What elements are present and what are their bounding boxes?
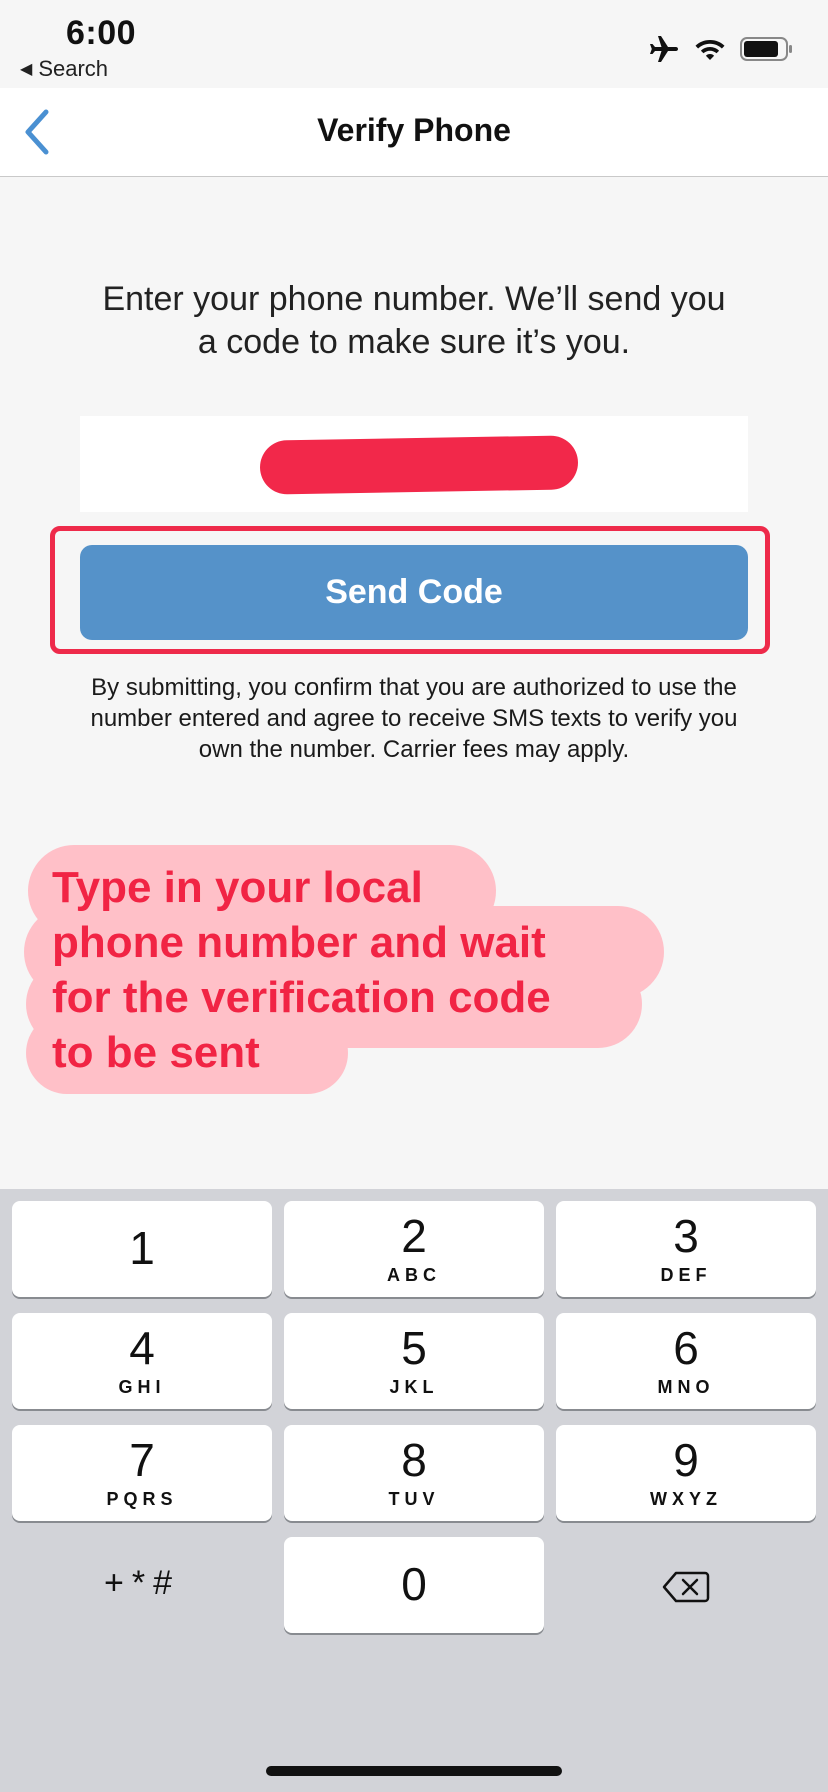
key-letters: DEF [660, 1265, 712, 1285]
back-triangle-icon: ◀ [20, 61, 33, 78]
status-icons [648, 34, 794, 64]
key-digit: 2 [401, 1210, 427, 1262]
key-letters: WXYZ [650, 1489, 722, 1509]
key-letters: MNO [657, 1377, 715, 1397]
key-digit: 9 [673, 1434, 699, 1486]
page-title: Verify Phone [317, 112, 511, 148]
annotation-line: for the verification code [52, 973, 551, 1022]
key-letters: PQRS [106, 1489, 178, 1509]
key-1[interactable]: 1 [12, 1201, 272, 1297]
key-7[interactable]: 7 PQRS [12, 1425, 272, 1521]
key-9[interactable]: 9 WXYZ [556, 1425, 816, 1521]
airplane-icon [650, 36, 678, 62]
status-time: 6:00 [66, 14, 137, 52]
key-3[interactable]: 3 DEF [556, 1201, 816, 1297]
back-to-app-link[interactable]: ◀ Search [20, 56, 108, 82]
redaction-mark [259, 435, 579, 495]
key-digit: 6 [673, 1322, 699, 1374]
backspace-icon [662, 1571, 710, 1603]
send-code-button[interactable]: Send Code [80, 545, 748, 640]
key-digit: 1 [129, 1222, 155, 1274]
instruction-text: Enter your phone number. We’ll send you … [60, 278, 768, 364]
key-2[interactable]: 2 ABC [284, 1201, 544, 1297]
navigation-bar: Verify Phone [0, 88, 828, 177]
disclaimer-text: By submitting, you confirm that you are … [90, 674, 738, 763]
key-letters: ABC [387, 1265, 441, 1285]
wifi-icon [695, 40, 725, 60]
key-8[interactable]: 8 TUV [284, 1425, 544, 1521]
instruction-line-1: Enter your phone number. We’ll send you [102, 280, 726, 318]
instruction-line-2: a code to make sure it’s you. [197, 323, 631, 361]
key-letters: TUV [388, 1489, 440, 1509]
home-indicator[interactable] [266, 1766, 562, 1776]
key-digit: 8 [401, 1434, 427, 1486]
key-digit: 7 [129, 1434, 155, 1486]
annotation-line: Type in your local [52, 863, 423, 912]
delete-key[interactable] [556, 1537, 816, 1633]
annotation-line: phone number and wait [52, 918, 546, 967]
key-digit: 4 [129, 1322, 155, 1374]
annotation-line: to be sent [52, 1028, 260, 1077]
key-4[interactable]: 4 GHI [12, 1313, 272, 1409]
status-bar: 6:00 ◀ Search [0, 0, 828, 88]
key-6[interactable]: 6 MNO [556, 1313, 816, 1409]
key-digit: 0 [401, 1558, 427, 1610]
key-digit: 3 [673, 1210, 699, 1262]
back-to-app-label: Search [38, 56, 109, 81]
battery-icon [740, 37, 792, 61]
key-digit: 5 [401, 1322, 427, 1374]
numeric-keypad: 1 2 ABC 3 DEF 4 GHI 5 JKL 6 MNO 7 PQRS 8… [0, 1189, 828, 1792]
key-5[interactable]: 5 JKL [284, 1313, 544, 1409]
key-letters: JKL [389, 1377, 439, 1397]
key-symbols[interactable]: +*# [12, 1535, 272, 1631]
annotation-callout: Type in your local phone number and wait… [52, 860, 672, 1080]
key-letters: GHI [118, 1377, 166, 1397]
key-0[interactable]: 0 [284, 1537, 544, 1633]
